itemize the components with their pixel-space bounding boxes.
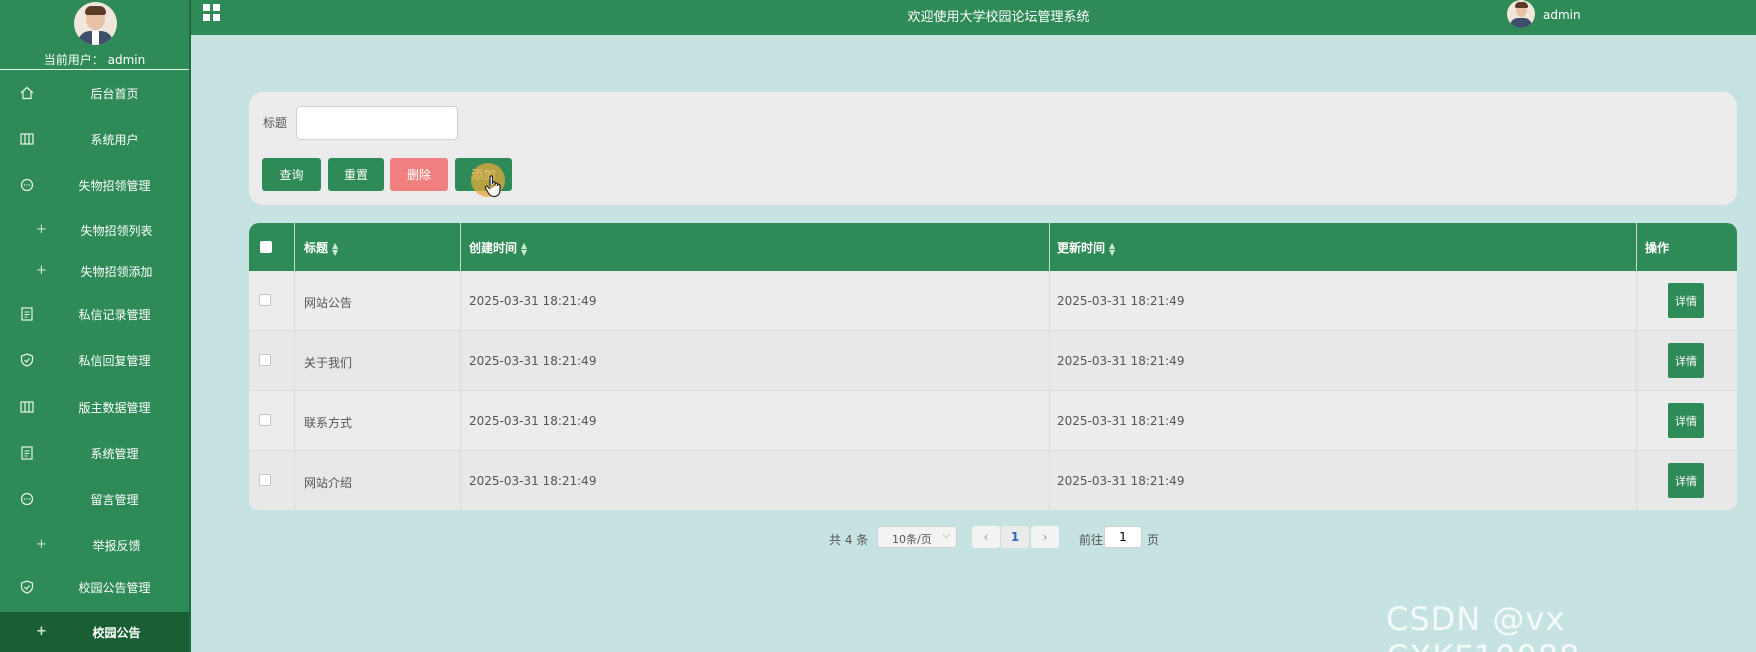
sidebar-item-label: 私信回复管理	[78, 353, 151, 368]
sidebar-item-label: 系统管理	[90, 446, 139, 461]
reset-button[interactable]: 重置	[328, 158, 384, 191]
chevron-down-icon: ⌵	[942, 530, 950, 541]
row-updated: 2025-03-31 18:21:49	[1057, 354, 1185, 368]
shield-check-icon	[20, 353, 34, 367]
profile-block: 当前用户： admin	[0, 0, 189, 70]
sidebar-item-label: 失物招领列表	[80, 223, 153, 238]
sort-icon: ▲ ▼	[332, 240, 339, 257]
sidebar-item-lost-found-add[interactable]: + 失物招领添加	[0, 251, 189, 291]
query-button[interactable]: 查询	[262, 158, 321, 191]
row-checkbox[interactable]	[259, 414, 271, 426]
row-created: 2025-03-31 18:21:49	[469, 474, 597, 488]
chevron-right-icon: ›	[1042, 530, 1048, 544]
current-user-label: 当前用户： admin	[43, 53, 146, 67]
sidebar: 当前用户： admin 后台首页 系统用户 失物招领管理 + 失物招领列表 + …	[0, 0, 191, 652]
sidebar-item-system-users[interactable]: 系统用户	[0, 119, 189, 159]
columns-icon	[20, 401, 34, 413]
sidebar-item-lost-found-list[interactable]: + 失物招领列表	[0, 210, 189, 250]
table-row: 网站公告 2025-03-31 18:21:49 2025-03-31 18:2…	[249, 271, 1737, 331]
chat-icon	[20, 492, 34, 506]
home-icon	[20, 86, 34, 100]
row-title: 网站公告	[304, 296, 353, 310]
sidebar-item-label: 失物招领管理	[78, 178, 151, 193]
sidebar-item-messages[interactable]: 私信记录管理	[0, 294, 189, 334]
sidebar-item-lost-found[interactable]: 失物招领管理	[0, 165, 189, 205]
top-header: 欢迎使用大学校园论坛管理系统 admin	[191, 0, 1756, 35]
sidebar-item-campus-notice-management[interactable]: 校园公告管理	[0, 567, 189, 607]
sidebar-item-message-replies[interactable]: 私信回复管理	[0, 340, 189, 380]
row-checkbox[interactable]	[259, 354, 271, 366]
row-title: 联系方式	[304, 416, 353, 430]
sidebar-item-label: 校园公告管理	[78, 580, 151, 595]
notice-table: 标题 ▲ ▼ 创建时间 ▲ ▼ 更新时间 ▲ ▼ 操作 网站公告 2025-03-31 18…	[249, 223, 1737, 510]
goto-label: 前往	[1079, 533, 1104, 547]
detail-button[interactable]: 详情	[1668, 403, 1704, 438]
sidebar-item-reports[interactable]: + 举报反馈	[0, 525, 189, 565]
next-page-button[interactable]: ›	[1031, 526, 1059, 548]
title-search-input[interactable]	[296, 106, 458, 140]
row-checkbox[interactable]	[259, 474, 271, 486]
sidebar-item-label: 私信记录管理	[78, 307, 151, 322]
detail-button[interactable]: 详情	[1668, 343, 1704, 378]
detail-button[interactable]: 详情	[1668, 283, 1704, 318]
sidebar-item-label: 失物招领添加	[80, 264, 153, 279]
row-checkbox[interactable]	[259, 294, 271, 306]
row-title: 关于我们	[304, 356, 353, 370]
row-updated: 2025-03-31 18:21:49	[1057, 414, 1185, 428]
hand-cursor-icon	[484, 175, 501, 198]
sidebar-item-guestbook[interactable]: 留言管理	[0, 479, 189, 519]
goto-page-input[interactable]	[1104, 526, 1142, 548]
row-updated: 2025-03-31 18:21:49	[1057, 294, 1185, 308]
sidebar-item-campus-notice[interactable]: + 校园公告	[0, 612, 189, 652]
sidebar-item-moderators[interactable]: 版主数据管理	[0, 387, 189, 427]
avatar	[74, 2, 117, 45]
row-created: 2025-03-31 18:21:49	[469, 294, 597, 308]
sidebar-item-label: 版主数据管理	[78, 400, 151, 415]
delete-button[interactable]: 删除	[390, 158, 448, 191]
column-header-updated[interactable]: 更新时间 ▲ ▼	[1057, 239, 1115, 256]
columns-icon	[20, 133, 34, 145]
sidebar-item-home[interactable]: 后台首页	[0, 73, 189, 113]
row-updated: 2025-03-31 18:21:49	[1057, 474, 1185, 488]
sidebar-item-label: 留言管理	[90, 492, 139, 507]
search-label: 标题	[263, 116, 288, 130]
sidebar-item-label: 校园公告	[92, 625, 141, 640]
sidebar-item-system-management[interactable]: 系统管理	[0, 433, 189, 473]
chevron-left-icon: ‹	[983, 530, 989, 544]
watermark: CSDN @vx CXKF10088	[1386, 600, 1579, 652]
row-created: 2025-03-31 18:21:49	[469, 354, 597, 368]
chat-icon	[20, 178, 34, 192]
sidebar-item-label: 举报反馈	[92, 538, 141, 553]
row-created: 2025-03-31 18:21:49	[469, 414, 597, 428]
table-row: 关于我们 2025-03-31 18:21:49 2025-03-31 18:2…	[249, 331, 1737, 391]
table-row: 联系方式 2025-03-31 18:21:49 2025-03-31 18:2…	[249, 391, 1737, 451]
row-title: 网站介绍	[304, 476, 353, 490]
page-number-button[interactable]: 1	[1001, 526, 1029, 548]
page-size-select[interactable]: 10条/页 ⌵	[877, 526, 957, 548]
table-header: 标题 ▲ ▼ 创建时间 ▲ ▼ 更新时间 ▲ ▼ 操作	[249, 223, 1737, 271]
sort-icon: ▲ ▼	[521, 240, 528, 257]
document-icon	[21, 307, 33, 321]
shield-check-icon	[20, 580, 34, 594]
document-icon	[21, 446, 33, 460]
table-row: 网站介绍 2025-03-31 18:21:49 2025-03-31 18:2…	[249, 451, 1737, 510]
header-username[interactable]: admin	[1543, 8, 1581, 22]
sidebar-item-label: 系统用户	[90, 132, 139, 147]
prev-page-button[interactable]: ‹	[972, 526, 1000, 548]
page-suffix-label: 页	[1147, 533, 1160, 547]
detail-button[interactable]: 详情	[1668, 463, 1704, 498]
pagination-total: 共 4 条	[829, 533, 869, 547]
page-size-value: 10条/页	[892, 533, 932, 546]
column-header-actions: 操作	[1645, 241, 1670, 255]
header-avatar[interactable]	[1507, 0, 1535, 28]
select-all-checkbox[interactable]	[260, 241, 272, 253]
column-header-created[interactable]: 创建时间 ▲ ▼	[469, 239, 527, 256]
sidebar-item-label: 后台首页	[90, 86, 139, 101]
sort-icon: ▲ ▼	[1109, 240, 1116, 257]
column-header-title[interactable]: 标题 ▲ ▼	[304, 239, 338, 256]
